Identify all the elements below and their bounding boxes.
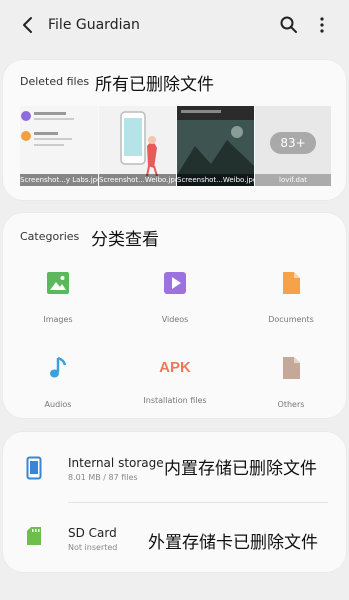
category-label: Audios <box>44 400 72 409</box>
video-icon <box>164 272 186 294</box>
internal-storage-annotation: 内置存储已删除文件 <box>164 459 317 479</box>
phone-icon <box>26 456 42 480</box>
thumbnail-2[interactable]: Screenshot...Weibo.jpg <box>99 106 176 186</box>
sd-card-annotation: 外置存储卡已删除文件 <box>148 533 318 553</box>
sd-card-row[interactable]: SD Card Not inserted 外置存储卡已删除文件 <box>3 503 346 572</box>
category-installation-files[interactable]: APK Installation files <box>130 356 220 405</box>
categories-annotation: 分类查看 <box>91 230 159 250</box>
storage-card: Internal storage 8.01 MB / 87 files 内置存储… <box>3 432 346 572</box>
apk-icon: APK <box>159 359 191 376</box>
deleted-files-thumbnails: Screenshot...y Labs.jpg Screenshot...Wei… <box>20 106 331 186</box>
document-icon <box>283 272 300 294</box>
sd-card-icon <box>27 527 41 545</box>
thumbnail-caption: Screenshot...Weibo.jpg <box>99 174 176 186</box>
internal-storage-row[interactable]: Internal storage 8.01 MB / 87 files 内置存储… <box>3 432 346 502</box>
category-videos[interactable]: Videos <box>130 271 220 324</box>
deleted-files-label: Deleted files <box>20 75 90 88</box>
thumbnail-1[interactable]: Screenshot...y Labs.jpg <box>20 106 98 186</box>
category-label: Images <box>43 315 73 324</box>
thumbnail-4[interactable]: 83+ lovif.dat <box>255 106 331 186</box>
more-options-icon[interactable] <box>314 15 330 35</box>
more-files-badge: 83+ <box>270 132 316 154</box>
top-app-bar: File Guardian <box>0 0 349 52</box>
category-label: Documents <box>268 315 314 324</box>
category-documents[interactable]: Documents <box>246 271 336 324</box>
back-arrow-icon[interactable] <box>18 14 38 36</box>
app-title: File Guardian <box>48 17 140 33</box>
category-label: Others <box>277 400 305 409</box>
thumbnail-caption: lovif.dat <box>255 174 331 186</box>
category-others[interactable]: Others <box>246 356 336 409</box>
file-icon <box>283 357 300 379</box>
thumbnail-caption: Screenshot...Weibo.jpg <box>177 174 254 186</box>
categories-label: Categories <box>20 230 80 243</box>
thumbnail-caption: Screenshot...y Labs.jpg <box>20 174 98 186</box>
sd-card-title: SD Card <box>68 526 117 540</box>
thumbnail-3[interactable]: Screenshot...Weibo.jpg <box>177 106 254 186</box>
internal-storage-subtitle: 8.01 MB / 87 files <box>68 473 138 482</box>
music-note-icon <box>50 356 67 378</box>
category-images[interactable]: Images <box>13 271 103 324</box>
deleted-files-annotation: 所有已删除文件 <box>95 75 214 95</box>
internal-storage-title: Internal storage <box>68 456 164 470</box>
image-icon <box>47 272 69 294</box>
category-audios[interactable]: Audios <box>13 356 103 409</box>
category-label: Installation files <box>143 396 207 405</box>
sd-card-subtitle: Not inserted <box>68 543 118 552</box>
categories-card: Categories 分类查看 Images Videos Documents … <box>3 213 346 418</box>
search-icon[interactable] <box>279 15 299 35</box>
deleted-files-card[interactable]: Deleted files 所有已删除文件 Screenshot...y Lab… <box>3 60 346 200</box>
category-label: Videos <box>161 315 189 324</box>
